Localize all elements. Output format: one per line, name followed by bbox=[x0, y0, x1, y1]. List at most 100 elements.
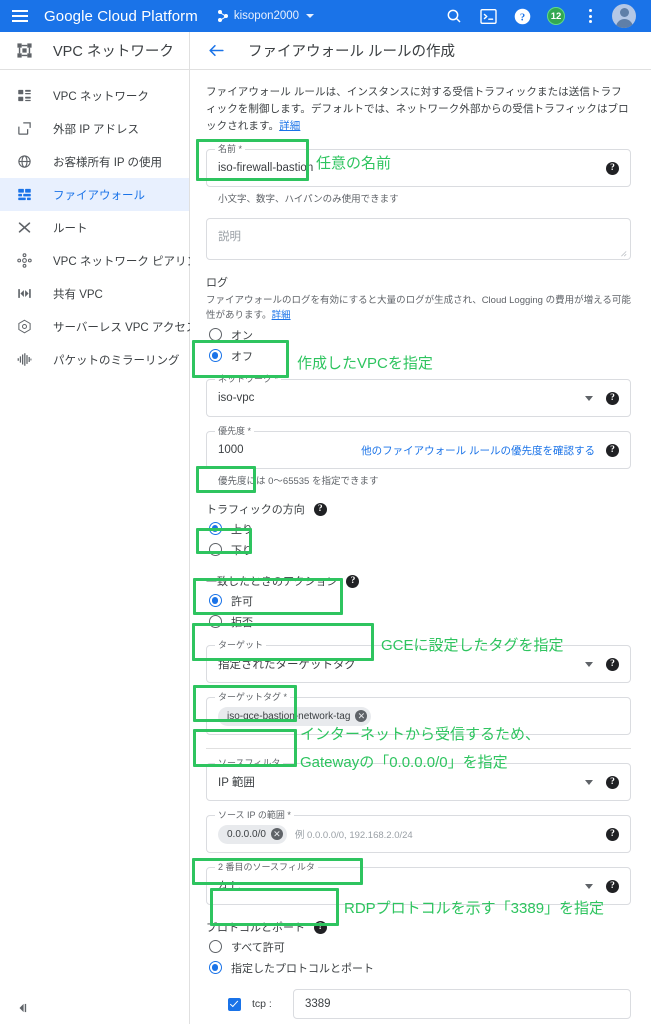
avatar[interactable] bbox=[607, 0, 641, 32]
chevron-down-icon[interactable] bbox=[585, 395, 593, 401]
log-learn-more-link[interactable]: 詳細 bbox=[272, 310, 291, 321]
chevron-down-icon bbox=[306, 14, 315, 18]
action-option-deny[interactable]: 拒否 bbox=[206, 612, 631, 631]
sidebar-item-shared-vpc[interactable]: 共有 VPC bbox=[0, 277, 189, 310]
help-icon[interactable]: ? bbox=[505, 0, 539, 32]
sidebar-item-label: お客様所有 IP の使用 bbox=[53, 156, 163, 169]
search-icon[interactable] bbox=[437, 0, 471, 32]
vpc-network-icon bbox=[16, 87, 33, 104]
chevron-down-icon[interactable] bbox=[585, 779, 593, 785]
sidebar-item-firewall[interactable]: ファイアウォール bbox=[0, 178, 189, 211]
source-ip-chip: 0.0.0.0/0 ✕ bbox=[218, 824, 287, 844]
kebab-menu-icon[interactable] bbox=[573, 0, 607, 32]
help-circle-icon[interactable]: ? bbox=[606, 657, 619, 671]
sidebar-item-label: 共有 VPC bbox=[53, 288, 103, 301]
action-option-deny-label: 拒否 bbox=[231, 616, 253, 629]
sidebar-item-serverless-vpc-access[interactable]: サーバーレス VPC アクセス bbox=[0, 310, 197, 343]
action-option-allow[interactable]: 許可 bbox=[206, 591, 631, 610]
log-option-on-label: オン bbox=[231, 329, 253, 342]
tcp-port-input[interactable]: 3389 bbox=[293, 989, 631, 1020]
target-tags-field-label: ターゲットタグ * bbox=[215, 692, 291, 704]
serverless-vpc-icon bbox=[16, 318, 33, 335]
network-field-value: iso-vpc bbox=[218, 392, 255, 405]
direction-option-egress-label: 下り bbox=[231, 544, 253, 557]
target-field-label: ターゲット bbox=[215, 640, 267, 652]
log-option-on[interactable]: オン bbox=[206, 325, 631, 344]
help-circle-icon[interactable]: ? bbox=[606, 775, 619, 789]
source-ip-range-field-label: ソース IP の範囲 * bbox=[215, 810, 294, 822]
priority-check-link[interactable]: 他のファイアウォール ルールの優先度を確認する bbox=[361, 443, 595, 458]
radio-selected-icon bbox=[209, 961, 222, 975]
protocols-title-text: プロトコルとポート bbox=[206, 922, 305, 935]
target-tag-chip-label: iso-gce-bastion-network-tag bbox=[227, 710, 351, 722]
name-helper-text: 小文字、数字、ハイパンのみ使用できます bbox=[218, 194, 399, 205]
sidebar-item-byoip[interactable]: お客様所有 IP の使用 bbox=[0, 145, 189, 178]
tcp-row: tcp : 3389 bbox=[206, 989, 631, 1020]
help-circle-icon[interactable]: ? bbox=[314, 920, 327, 934]
log-section-title: ログ bbox=[206, 274, 631, 290]
collapse-sidebar-button[interactable] bbox=[0, 992, 190, 1024]
action-option-allow-label: 許可 bbox=[231, 595, 253, 608]
second-source-filter-label: 2 番目のソースフィルタ bbox=[215, 862, 318, 874]
project-icon bbox=[217, 10, 229, 22]
name-field[interactable]: 名前 * iso-firewall-bastion ? bbox=[206, 144, 631, 187]
help-circle-icon[interactable]: ? bbox=[606, 827, 619, 841]
priority-field[interactable]: 優先度 * 1000 他のファイアウォール ルールの優先度を確認する ? bbox=[206, 426, 631, 470]
cloud-shell-icon[interactable] bbox=[471, 0, 505, 32]
page-header: ファイアウォール ルールの作成 bbox=[190, 32, 651, 70]
intro-learn-more-link[interactable]: 詳細 bbox=[279, 120, 300, 132]
help-circle-icon[interactable]: ? bbox=[346, 574, 360, 588]
source-ip-example: 例 0.0.0.0/0, 192.168.2.0/24 bbox=[294, 830, 413, 842]
network-field[interactable]: ネットワーク * iso-vpc ? bbox=[206, 374, 631, 418]
packet-mirroring-icon bbox=[16, 351, 33, 368]
chevron-down-icon[interactable] bbox=[585, 661, 593, 667]
help-circle-icon[interactable]: ? bbox=[606, 161, 619, 175]
help-circle-icon[interactable]: ? bbox=[606, 443, 619, 457]
network-field-label: ネットワーク * bbox=[215, 374, 282, 386]
protocols-option-specified-label: 指定したプロトコルとポート bbox=[231, 962, 374, 975]
sidebar-item-label: 外部 IP アドレス bbox=[53, 123, 140, 136]
chevron-down-icon[interactable] bbox=[585, 883, 593, 889]
action-section-title: 一致したときのアクション ? bbox=[206, 573, 631, 589]
direction-section-title: トラフィックの方向 ? bbox=[206, 501, 631, 517]
help-circle-icon[interactable]: ? bbox=[606, 879, 619, 893]
annotation-text-network: 作成したVPCを指定 bbox=[297, 355, 433, 372]
sidebar-item-routes[interactable]: ルート bbox=[0, 211, 189, 244]
sidebar-item-label: ファイアウォール bbox=[53, 189, 145, 202]
help-circle-icon[interactable]: ? bbox=[313, 502, 327, 516]
protocols-option-specified[interactable]: 指定したプロトコルとポート bbox=[206, 958, 631, 977]
sidebar-item-label: パケットのミラーリング bbox=[53, 354, 180, 367]
tcp-label: tcp : bbox=[252, 998, 272, 1011]
sidebar-item-vpc-network[interactable]: VPC ネットワーク bbox=[0, 79, 189, 112]
close-icon[interactable]: ✕ bbox=[355, 710, 368, 723]
name-field-value: iso-firewall-bastion bbox=[218, 162, 314, 174]
firewall-rule-form: ファイアウォール ルールは、インスタンスに対する受信トラフィックまたは送信トラフ… bbox=[190, 70, 651, 1024]
source-filter-field-label: ソースフィルタ bbox=[215, 758, 284, 770]
annotation-text-source-ip-2: Gatewayの「0.0.0.0/0」を指定 bbox=[300, 754, 508, 771]
source-filter-field-value: IP 範囲 bbox=[218, 777, 255, 790]
sidebar-item-label: サーバーレス VPC アクセス bbox=[53, 321, 198, 334]
notification-badge[interactable]: 12 bbox=[539, 0, 573, 32]
sidebar-item-vpc-peering[interactable]: VPC ネットワーク ピアリング bbox=[0, 244, 210, 277]
protocols-option-allow-all-label: すべて許可 bbox=[231, 941, 285, 954]
svg-text:?: ? bbox=[519, 12, 524, 23]
description-field[interactable]: 説明 bbox=[206, 218, 631, 260]
sidebar-item-external-ip[interactable]: 外部 IP アドレス bbox=[0, 112, 189, 145]
direction-option-egress[interactable]: 下り bbox=[206, 540, 631, 559]
tcp-checkbox[interactable] bbox=[228, 997, 241, 1011]
source-ip-range-field[interactable]: ソース IP の範囲 * 0.0.0.0/0 ✕ 例 0.0.0.0/0, 19… bbox=[206, 810, 631, 854]
hamburger-icon[interactable] bbox=[12, 10, 28, 22]
help-circle-icon[interactable]: ? bbox=[606, 391, 619, 405]
direction-option-ingress[interactable]: 上り bbox=[206, 519, 631, 538]
back-arrow-icon[interactable] bbox=[206, 41, 226, 61]
external-ip-icon bbox=[16, 120, 33, 137]
protocols-section-title: プロトコルとポート ? bbox=[206, 919, 631, 935]
project-selector[interactable]: kisopon2000 bbox=[217, 10, 315, 22]
avatar-icon bbox=[612, 4, 636, 28]
close-icon[interactable]: ✕ bbox=[270, 828, 283, 841]
sidebar-item-packet-mirroring[interactable]: パケットのミラーリング bbox=[0, 343, 189, 376]
log-note: ファイアウォールのログを有効にすると大量のログが生成され、Cloud Loggi… bbox=[206, 294, 631, 323]
radio-selected-icon bbox=[209, 349, 222, 363]
sidebar-list: VPC ネットワーク 外部 IP アドレス お客様所有 IP の使用 ファイアウ… bbox=[0, 70, 210, 376]
protocols-option-allow-all[interactable]: すべて許可 bbox=[206, 937, 631, 956]
